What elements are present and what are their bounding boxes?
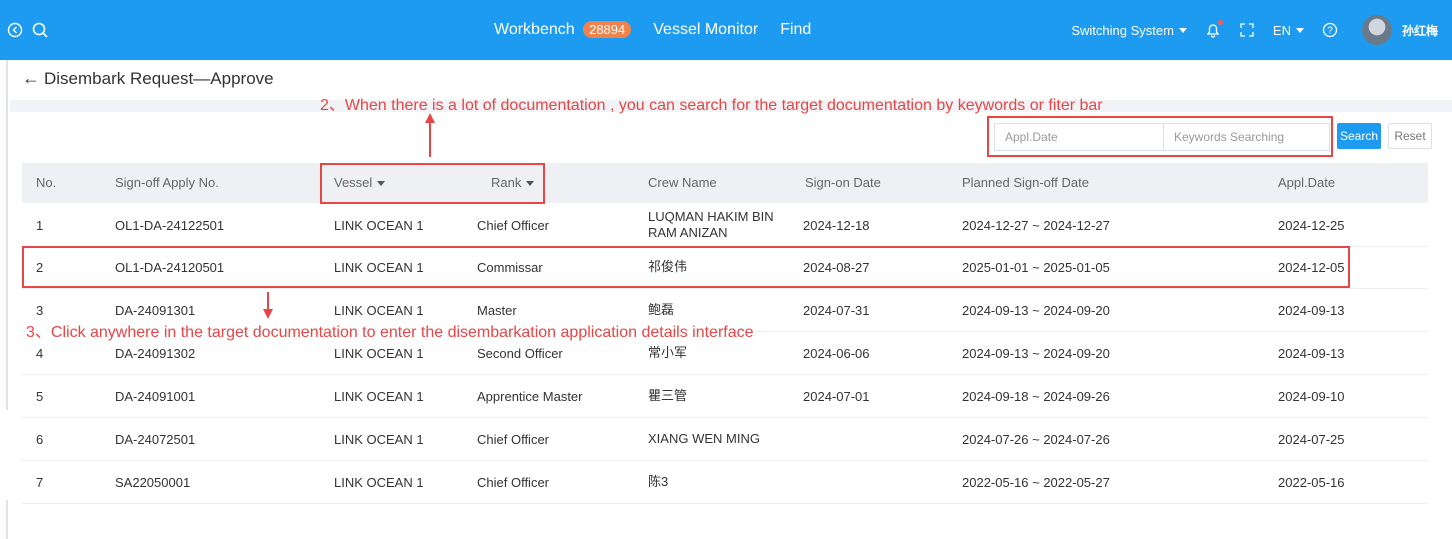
left-border <box>6 60 8 410</box>
row-vessel: LINK OCEAN 1 <box>334 431 424 447</box>
nav-vessel-monitor[interactable]: Vessel Monitor <box>653 21 758 39</box>
row-crew-name: LUQMAN HAKIM BIN RAM ANIZAN <box>648 209 774 240</box>
row-crew-name: 陈3 <box>648 474 669 489</box>
row-appl-date: 2024-09-10 <box>1278 388 1345 404</box>
back-arrow-icon[interactable]: ← <box>22 68 40 89</box>
row-no: 1 <box>36 217 44 233</box>
annotation-search-hint: 2、When there is a lot of documentation ,… <box>320 97 1103 114</box>
top-bar: Workbench 28894 Vessel Monitor Find Swit… <box>0 0 1452 60</box>
header-no: No. <box>36 175 57 190</box>
page-header: ← Disembark Request—Approve <box>22 68 274 89</box>
language-dropdown[interactable]: EN <box>1273 23 1304 38</box>
notification-dot <box>1217 20 1223 25</box>
row-appl-date: 2024-07-25 <box>1278 431 1345 447</box>
row-no: 7 <box>36 474 44 490</box>
table-row[interactable]: 5 DA-24091001 LINK OCEAN 1 Apprentice Maste… <box>22 375 1428 418</box>
row-appl-date: 2024-09-13 <box>1278 345 1345 361</box>
row-planned: 2024-12-27 ~ 2024-12-27 <box>962 217 1110 233</box>
workbench-count-badge: 28894 <box>583 21 632 38</box>
row-planned: 2024-07-26 ~ 2024-07-26 <box>962 431 1110 447</box>
row-planned: 2024-09-13 ~ 2024-09-20 <box>962 345 1110 361</box>
search-icon[interactable] <box>31 21 49 39</box>
row-vessel: LINK OCEAN 1 <box>334 388 424 404</box>
switching-system-dropdown[interactable]: Switching System <box>1071 23 1187 38</box>
help-button[interactable]: ? <box>1322 22 1338 38</box>
row-sign-on: 2024-06-06 <box>803 345 870 361</box>
annotation-highlight-filters <box>320 163 545 204</box>
notification-bell[interactable] <box>1205 20 1223 38</box>
annotation-highlight-row <box>22 246 1350 288</box>
left-border <box>6 500 8 539</box>
row-sign-on: 2024-07-31 <box>803 302 870 318</box>
row-apply-no: OL1-DA-24122501 <box>115 217 225 233</box>
header-planned: Planned Sign-off Date <box>962 175 1089 190</box>
row-rank: Chief Officer <box>477 431 550 447</box>
reset-button[interactable]: Reset <box>1388 123 1432 149</box>
arrow-down-icon <box>263 309 273 319</box>
row-crew-name: XIANG WEN MING <box>648 431 760 446</box>
row-vessel: LINK OCEAN 1 <box>334 474 424 490</box>
back-circle-icon[interactable] <box>6 21 24 39</box>
annotation-arrow <box>267 292 269 310</box>
page-title: Disembark Request—Approve <box>44 68 274 88</box>
row-sign-on: 2024-07-01 <box>803 388 870 404</box>
svg-text:?: ? <box>1327 26 1333 37</box>
row-planned: 2022-05-16 ~ 2022-05-27 <box>962 474 1110 490</box>
row-rank: Chief Officer <box>477 474 550 490</box>
row-rank: Chief Officer <box>477 217 550 233</box>
row-crew-name: 瞿三管 <box>648 388 688 403</box>
row-appl-date: 2024-09-13 <box>1278 302 1345 318</box>
row-apply-no: DA-24072501 <box>115 431 196 447</box>
header-apply-no: Sign-off Apply No. <box>115 175 219 190</box>
row-sign-on: 2024-12-18 <box>803 217 870 233</box>
row-planned: 2024-09-13 ~ 2024-09-20 <box>962 302 1110 318</box>
chevron-down-icon <box>1178 27 1187 33</box>
table-row[interactable]: 1 OL1-DA-24122501 LINK OCEAN 1 Chief Office… <box>22 204 1428 247</box>
row-appl-date: 2024-12-25 <box>1278 217 1345 233</box>
table-row[interactable]: 7 SA22050001 LINK OCEAN 1 Chief Officer 陈3 20… <box>22 461 1428 504</box>
row-planned: 2024-09-18 ~ 2024-09-26 <box>962 388 1110 404</box>
row-vessel: LINK OCEAN 1 <box>334 217 424 233</box>
row-appl-date: 2022-05-16 <box>1278 474 1345 490</box>
header-sign-on: Sign-on Date <box>805 175 881 190</box>
annotation-highlight-search <box>987 116 1333 157</box>
row-no: 5 <box>36 388 44 404</box>
fullscreen-icon <box>1240 23 1254 37</box>
header-appl-date: Appl.Date <box>1278 175 1336 190</box>
nav-workbench-label: Workbench <box>494 21 575 38</box>
header-crew-name: Crew Name <box>648 175 717 190</box>
search-button[interactable]: Search <box>1337 123 1381 149</box>
fullscreen-toggle[interactable] <box>1239 22 1255 38</box>
chevron-down-icon <box>1295 27 1304 33</box>
switching-system-label: Switching System <box>1071 22 1174 38</box>
help-icon: ? <box>1322 22 1338 38</box>
language-label: EN <box>1272 22 1291 38</box>
nav-find[interactable]: Find <box>780 21 811 39</box>
annotation-click-hint: 3、Click anywhere in the target documenta… <box>26 324 754 342</box>
row-rank: Apprentice Master <box>477 388 583 404</box>
nav-workbench[interactable]: Workbench 28894 <box>494 21 632 39</box>
table-header: No. Sign-off Apply No. Vessel Rank Crew … <box>22 163 1428 203</box>
row-apply-no: SA22050001 <box>115 474 191 490</box>
row-apply-no: DA-24091001 <box>115 388 196 404</box>
avatar <box>1361 15 1392 45</box>
username: 孙红梅 <box>1401 23 1438 38</box>
user-menu[interactable]: 孙红梅 <box>1361 15 1438 45</box>
row-no: 6 <box>36 431 44 447</box>
annotation-arrow <box>429 122 431 157</box>
table-row[interactable]: 6 DA-24072501 LINK OCEAN 1 Chief Officer XIA… <box>22 418 1428 461</box>
